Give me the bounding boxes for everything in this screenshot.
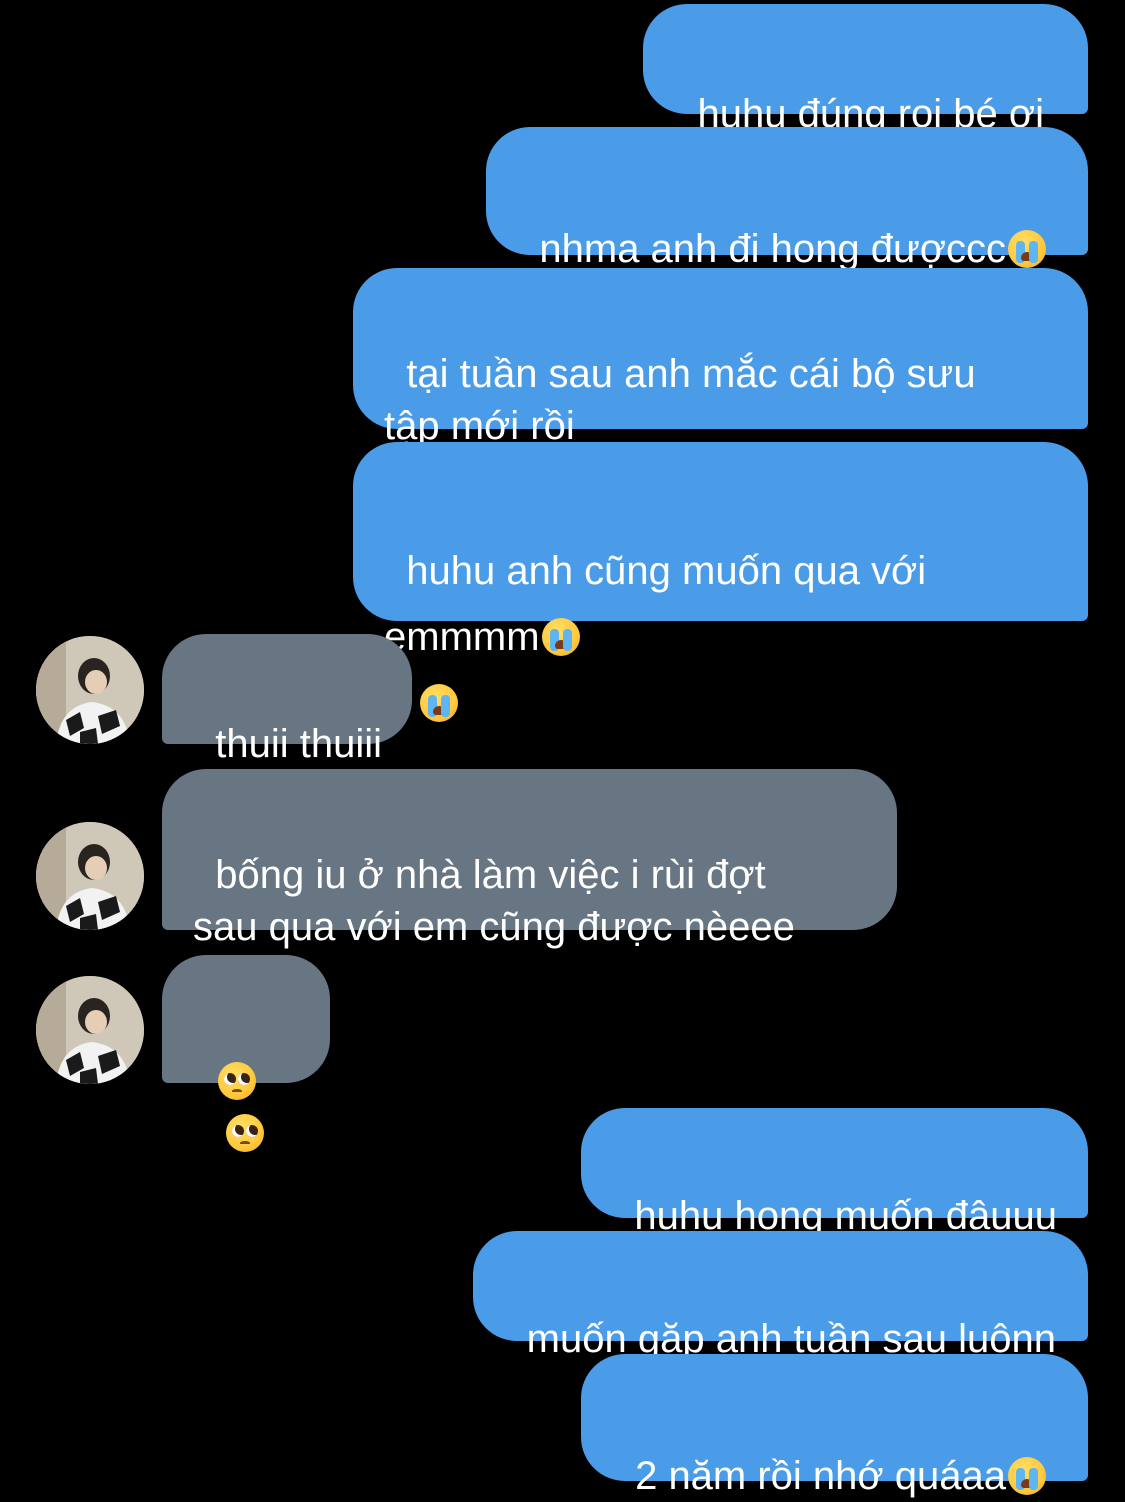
message-text: thuii thuiii [215,722,382,766]
pleading-face-icon [226,1114,265,1152]
message-bubble-incoming[interactable] [162,955,330,1152]
contact-avatar[interactable] [36,976,144,1084]
message-bubble-outgoing[interactable]: nhma anh đi hong đượccc [486,127,1088,271]
loudly-crying-face-icon [420,684,459,722]
contact-photo-icon [36,822,144,930]
message-text: nhma anh đi hong đượccc [539,227,1006,271]
loudly-crying-face-icon [541,618,580,656]
message-bubble-outgoing[interactable]: muốn gặp anh tuần sau luônn [473,1231,1088,1361]
contact-photo-icon [36,976,144,1084]
message-bubble-outgoing[interactable]: huhu anh cũng muốn qua với emmmm [353,442,1088,722]
message-text: bống iu ở nhà làm việc i rùi đợt sau qua… [193,853,795,949]
message-bubble-incoming[interactable]: bống iu ở nhà làm việc i rùi đợt sau qua… [162,769,897,949]
contact-photo-icon [36,636,144,744]
message-bubble-outgoing[interactable]: tại tuần sau anh mắc cái bộ sưu tập mới … [353,268,1088,448]
message-bubble-outgoing[interactable]: 2 năm rồi nhớ quáaa [580,1354,1088,1498]
message-bubble-outgoing[interactable]: huhu hong muốn đâuuu [581,1108,1088,1238]
contact-avatar[interactable] [36,636,144,744]
loudly-crying-face-icon [1008,1457,1046,1495]
message-text: tại tuần sau anh mắc cái bộ sưu tập mới … [384,352,976,448]
pleading-face-icon [218,1062,257,1100]
message-text: 2 năm rồi nhớ quáaa [635,1454,1006,1498]
contact-avatar[interactable] [36,822,144,930]
message-text: huhu anh cũng muốn qua với emmmm [384,549,927,659]
message-bubble-outgoing[interactable]: huhu đúng roi bé ơi [643,4,1088,136]
message-bubble-incoming[interactable]: thuii thuiii [162,634,412,766]
loudly-crying-face-icon [1008,230,1046,268]
